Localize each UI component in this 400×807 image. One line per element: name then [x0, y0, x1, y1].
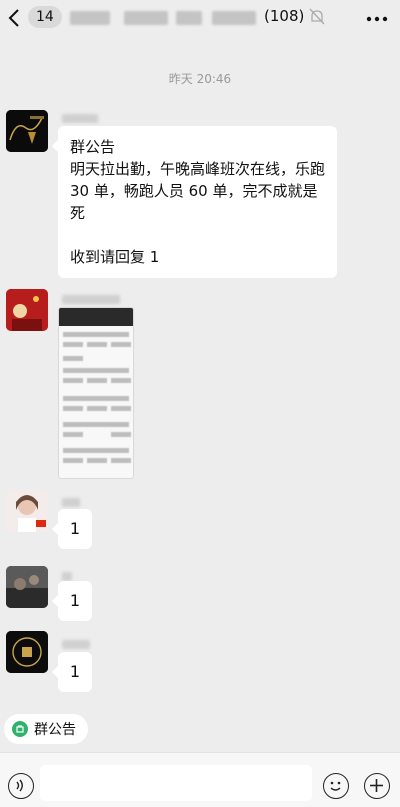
- reply-text: 1: [69, 591, 81, 610]
- notice-reply-instruction: 收到请回复 1: [70, 248, 160, 266]
- notice-title: 群公告: [70, 138, 116, 156]
- unread-badge[interactable]: 14: [28, 6, 62, 28]
- chat-title-obscured: [176, 11, 202, 25]
- avatar-image: [6, 566, 48, 608]
- message-input[interactable]: [40, 765, 312, 801]
- reply-text: 1: [69, 519, 81, 538]
- avatar[interactable]: [6, 566, 48, 608]
- sender-name-obscured: [62, 114, 98, 123]
- voice-input-icon[interactable]: [8, 773, 34, 799]
- message-timestamp: 昨天 20:46: [168, 72, 232, 86]
- input-bar: [0, 752, 400, 807]
- group-notice-chip[interactable]: 群公告: [4, 714, 88, 744]
- member-count: (108): [264, 7, 305, 25]
- sender-name-obscured: [62, 498, 80, 507]
- back-arrow-icon[interactable]: [6, 7, 24, 29]
- avatar-image: [6, 110, 48, 152]
- more-options-icon[interactable]: [366, 16, 388, 22]
- avatar-image: [6, 631, 48, 673]
- chat-title-obscured: [124, 11, 168, 25]
- reply-bubble[interactable]: 1: [52, 509, 92, 549]
- avatar[interactable]: [6, 289, 48, 331]
- reply-bubble[interactable]: 1: [52, 652, 92, 692]
- avatar-image: [6, 490, 48, 532]
- chat-title-obscured: [212, 11, 256, 25]
- reply-text: 1: [69, 662, 81, 681]
- chat-header: 14 (108): [0, 0, 400, 36]
- reply-bubble[interactable]: 1: [52, 581, 92, 621]
- notice-bubble[interactable]: 群公告 明天拉出勤，午晚高峰班次在线，乐跑 30 单，畅跑人员 60 单，完不成…: [52, 126, 337, 278]
- mute-bell-icon: [309, 8, 325, 25]
- sender-name-obscured: [62, 640, 90, 649]
- avatar[interactable]: [6, 631, 48, 673]
- chat-title-obscured: [70, 11, 110, 25]
- group-notice-label: 群公告: [34, 722, 76, 738]
- avatar-image: [6, 289, 48, 331]
- emoji-icon[interactable]: [323, 773, 349, 799]
- avatar[interactable]: [6, 490, 48, 532]
- sender-name-obscured: [62, 572, 72, 581]
- add-attachment-icon[interactable]: [364, 773, 390, 799]
- image-message[interactable]: [58, 307, 134, 479]
- notice-body: 明天拉出勤，午晚高峰班次在线，乐跑 30 单，畅跑人员 60 单，完不成就是死: [70, 160, 326, 222]
- avatar[interactable]: [6, 110, 48, 152]
- notice-icon: [12, 721, 28, 737]
- sender-name-obscured: [62, 295, 120, 304]
